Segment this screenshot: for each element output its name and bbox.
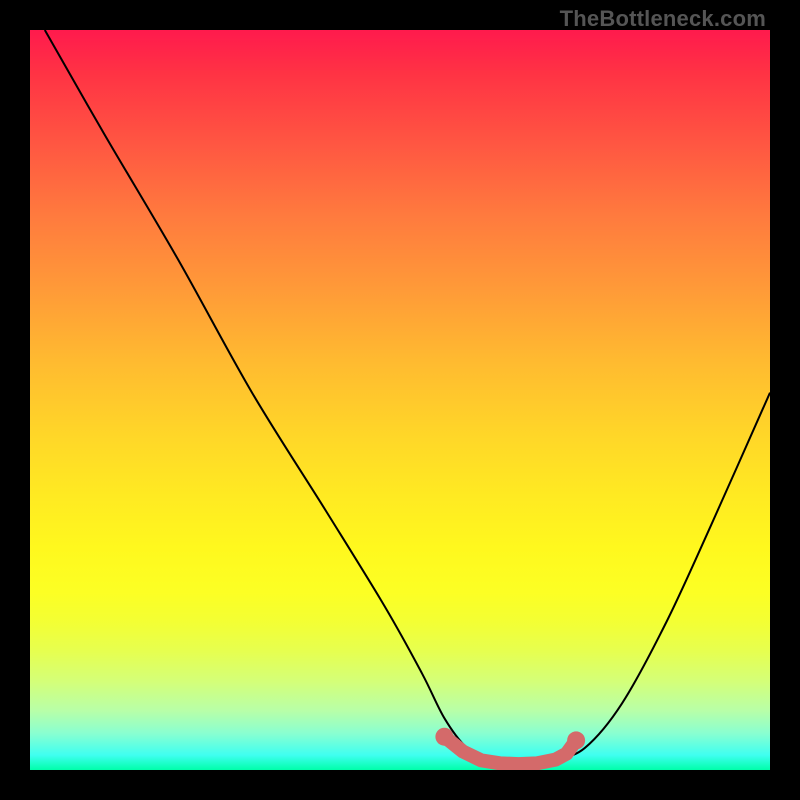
watermark-text: TheBottleneck.com (560, 6, 766, 32)
chart-svg (30, 30, 770, 770)
highlight-band-path (444, 737, 576, 764)
bottleneck-curve (45, 30, 770, 765)
highlight-end-dot (567, 731, 585, 749)
highlight-markers (435, 728, 585, 764)
chart-frame: TheBottleneck.com (0, 0, 800, 800)
highlight-end-dot (435, 728, 453, 746)
plot-area (30, 30, 770, 770)
